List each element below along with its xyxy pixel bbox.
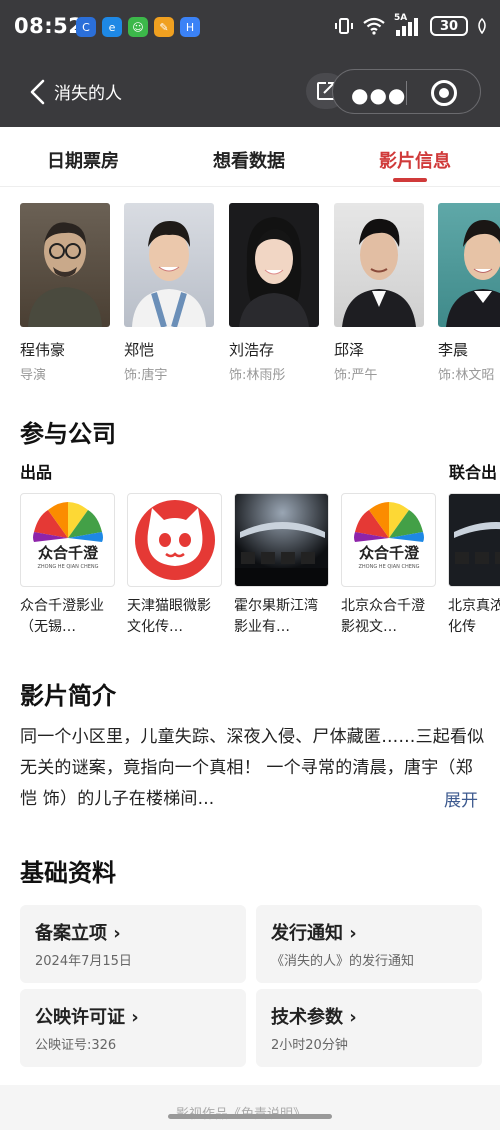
cast-photo <box>229 203 319 327</box>
home-indicator[interactable] <box>168 1114 332 1119</box>
top-bar: 08:52 C e ☺ ✎ H 5A 30 消失的人 ●●● <box>0 0 500 127</box>
company-name: 霍尔果斯江湾影业有… <box>234 598 318 635</box>
cast-name: 刘浩存 <box>229 341 275 359</box>
status-bar: 08:52 C e ☺ ✎ H 5A 30 <box>0 0 500 56</box>
company-item[interactable]: 北京真浓视文化传 <box>448 493 500 638</box>
miniapp-capsule: ●●● <box>332 69 481 114</box>
company-item[interactable]: 众合千澄 ZHONG HE QIAN CHENG 北京众合千澄影视文… <box>341 493 436 638</box>
cast-member[interactable]: 郑恺 饰:唐宇 <box>124 203 216 383</box>
filing-card[interactable]: 备案立项 › 2024年7月15日 <box>20 905 246 983</box>
edge-app-icon: e <box>102 17 122 37</box>
cast-member[interactable]: 邱泽 饰:严午 <box>334 203 426 383</box>
page-title: 消失的人 <box>54 84 122 104</box>
cast-role: 导演 <box>20 368 47 383</box>
zhonghe-logo: 众合千澄 ZHONG HE QIAN CHENG <box>341 493 436 587</box>
card-title: 发行通知 › <box>271 923 357 944</box>
title-bar: 消失的人 ●●● <box>0 60 500 124</box>
svg-text:众合千澄: 众合千澄 <box>359 544 420 562</box>
synopsis-text: 同一个小区里，儿童失踪、深夜入侵、尸体藏匿……三起看似无关的谜案，竟指向一个真相… <box>20 727 485 809</box>
svg-text:ZHONG HE QIAN CHENG: ZHONG HE QIAN CHENG <box>358 564 419 570</box>
cast-photo <box>334 203 424 327</box>
back-icon[interactable] <box>28 78 48 106</box>
cellular-signal-icon: 5A <box>394 13 422 36</box>
cast-member[interactable]: 刘浩存 饰:林雨彤 <box>229 203 321 383</box>
card-title: 公映许可证 › <box>35 1007 139 1028</box>
synopsis-heading: 影片简介 <box>20 682 116 710</box>
card-subtitle: 2小时20分钟 <box>271 1038 348 1053</box>
capsule-divider <box>406 81 407 105</box>
maoyan-logo <box>127 493 222 587</box>
cast-name: 程伟豪 <box>20 341 66 359</box>
orange-app-icon: ✎ <box>154 17 174 37</box>
companies-heading: 参与公司 <box>20 420 116 448</box>
cinema-seats-logo <box>448 493 500 587</box>
company-item[interactable]: 天津猫眼微影文化传… <box>127 493 222 638</box>
basic-info-heading: 基础资料 <box>20 859 116 887</box>
company-item[interactable]: 霍尔果斯江湾影业有… <box>234 493 329 638</box>
vibrate-icon <box>335 18 353 34</box>
company-name: 众合千澄影业（无锡… <box>20 598 104 635</box>
producer-label: 出品 <box>20 463 53 482</box>
cast-photo <box>20 203 110 327</box>
company-name: 天津猫眼微影文化传… <box>127 598 211 635</box>
company-list[interactable]: 众合千澄 ZHONG HE QIAN CHENG 众合千澄影业（无锡… 天津猫眼… <box>20 493 500 648</box>
card-subtitle: 2024年7月15日 <box>35 954 132 969</box>
cast-role: 饰:严午 <box>334 368 378 383</box>
company-name: 北京众合千澄影视文… <box>341 598 425 635</box>
footer: 影视作品《免责说明》 <box>0 1085 500 1130</box>
cast-role: 饰:林文昭 <box>438 368 495 383</box>
chat-app-icon: ☺ <box>128 17 148 37</box>
expand-button[interactable]: 展开 <box>444 786 478 811</box>
company-item[interactable]: 众合千澄 ZHONG HE QIAN CHENG 众合千澄影业（无锡… <box>20 493 115 638</box>
browser-app-icon: C <box>76 17 96 37</box>
status-right: 5A 30 <box>334 13 488 36</box>
tech-specs-card[interactable]: 技术参数 › 2小时20分钟 <box>256 989 482 1067</box>
status-time: 08:52 <box>14 14 84 38</box>
tab-daily-box-office[interactable]: 日期票房 <box>47 147 119 173</box>
svg-text:众合千澄: 众合千澄 <box>38 544 99 562</box>
coproducer-label: 联合出 <box>449 463 498 482</box>
notification-icons: C e ☺ ✎ H <box>76 17 200 37</box>
screening-license-card[interactable]: 公映许可证 › 公映证号:326 <box>20 989 246 1067</box>
card-subtitle: 《消失的人》的发行通知 <box>271 954 415 969</box>
disclaimer-link[interactable]: 影视作品《免责说明》 <box>176 1103 306 1122</box>
cinema-seats-logo <box>234 493 329 587</box>
close-miniapp-icon[interactable] <box>431 80 457 106</box>
cast-photo <box>124 203 214 327</box>
card-title: 备案立项 › <box>35 923 121 944</box>
leaf-icon <box>478 18 486 34</box>
zhonghe-logo: 众合千澄 ZHONG HE QIAN CHENG <box>20 493 115 587</box>
cast-role: 饰:林雨彤 <box>229 368 286 383</box>
tab-bar: 日期票房 想看数据 影片信息 <box>0 127 500 187</box>
active-tab-indicator <box>393 178 427 182</box>
cast-list[interactable]: 程伟豪 导演 郑恺 饰:唐宇 刘浩存 饰:林雨彤 邱泽 饰:严午 李晨 饰:林文… <box>20 203 500 383</box>
cast-role: 饰:唐宇 <box>124 368 168 383</box>
cast-name: 李晨 <box>438 341 469 359</box>
svg-text:ZHONG HE QIAN CHENG: ZHONG HE QIAN CHENG <box>37 564 98 570</box>
tab-film-info[interactable]: 影片信息 <box>379 147 451 173</box>
cast-name: 邱泽 <box>334 341 365 359</box>
release-notice-card[interactable]: 发行通知 › 《消失的人》的发行通知 <box>256 905 482 983</box>
battery-indicator: 30 <box>430 16 468 36</box>
card-title: 技术参数 › <box>271 1007 357 1028</box>
wifi-icon <box>363 17 385 35</box>
cast-member[interactable]: 程伟豪 导演 <box>20 203 112 383</box>
blue-app-icon: H <box>180 17 200 37</box>
company-name: 北京真浓视文化传 <box>448 598 500 635</box>
card-subtitle: 公映证号:326 <box>35 1038 117 1053</box>
cast-name: 郑恺 <box>124 341 155 359</box>
more-options-icon[interactable]: ●●● <box>351 83 406 107</box>
tab-want-to-see[interactable]: 想看数据 <box>213 147 285 173</box>
cast-member[interactable]: 李晨 饰:林文昭 <box>438 203 500 383</box>
cast-photo <box>438 203 500 327</box>
